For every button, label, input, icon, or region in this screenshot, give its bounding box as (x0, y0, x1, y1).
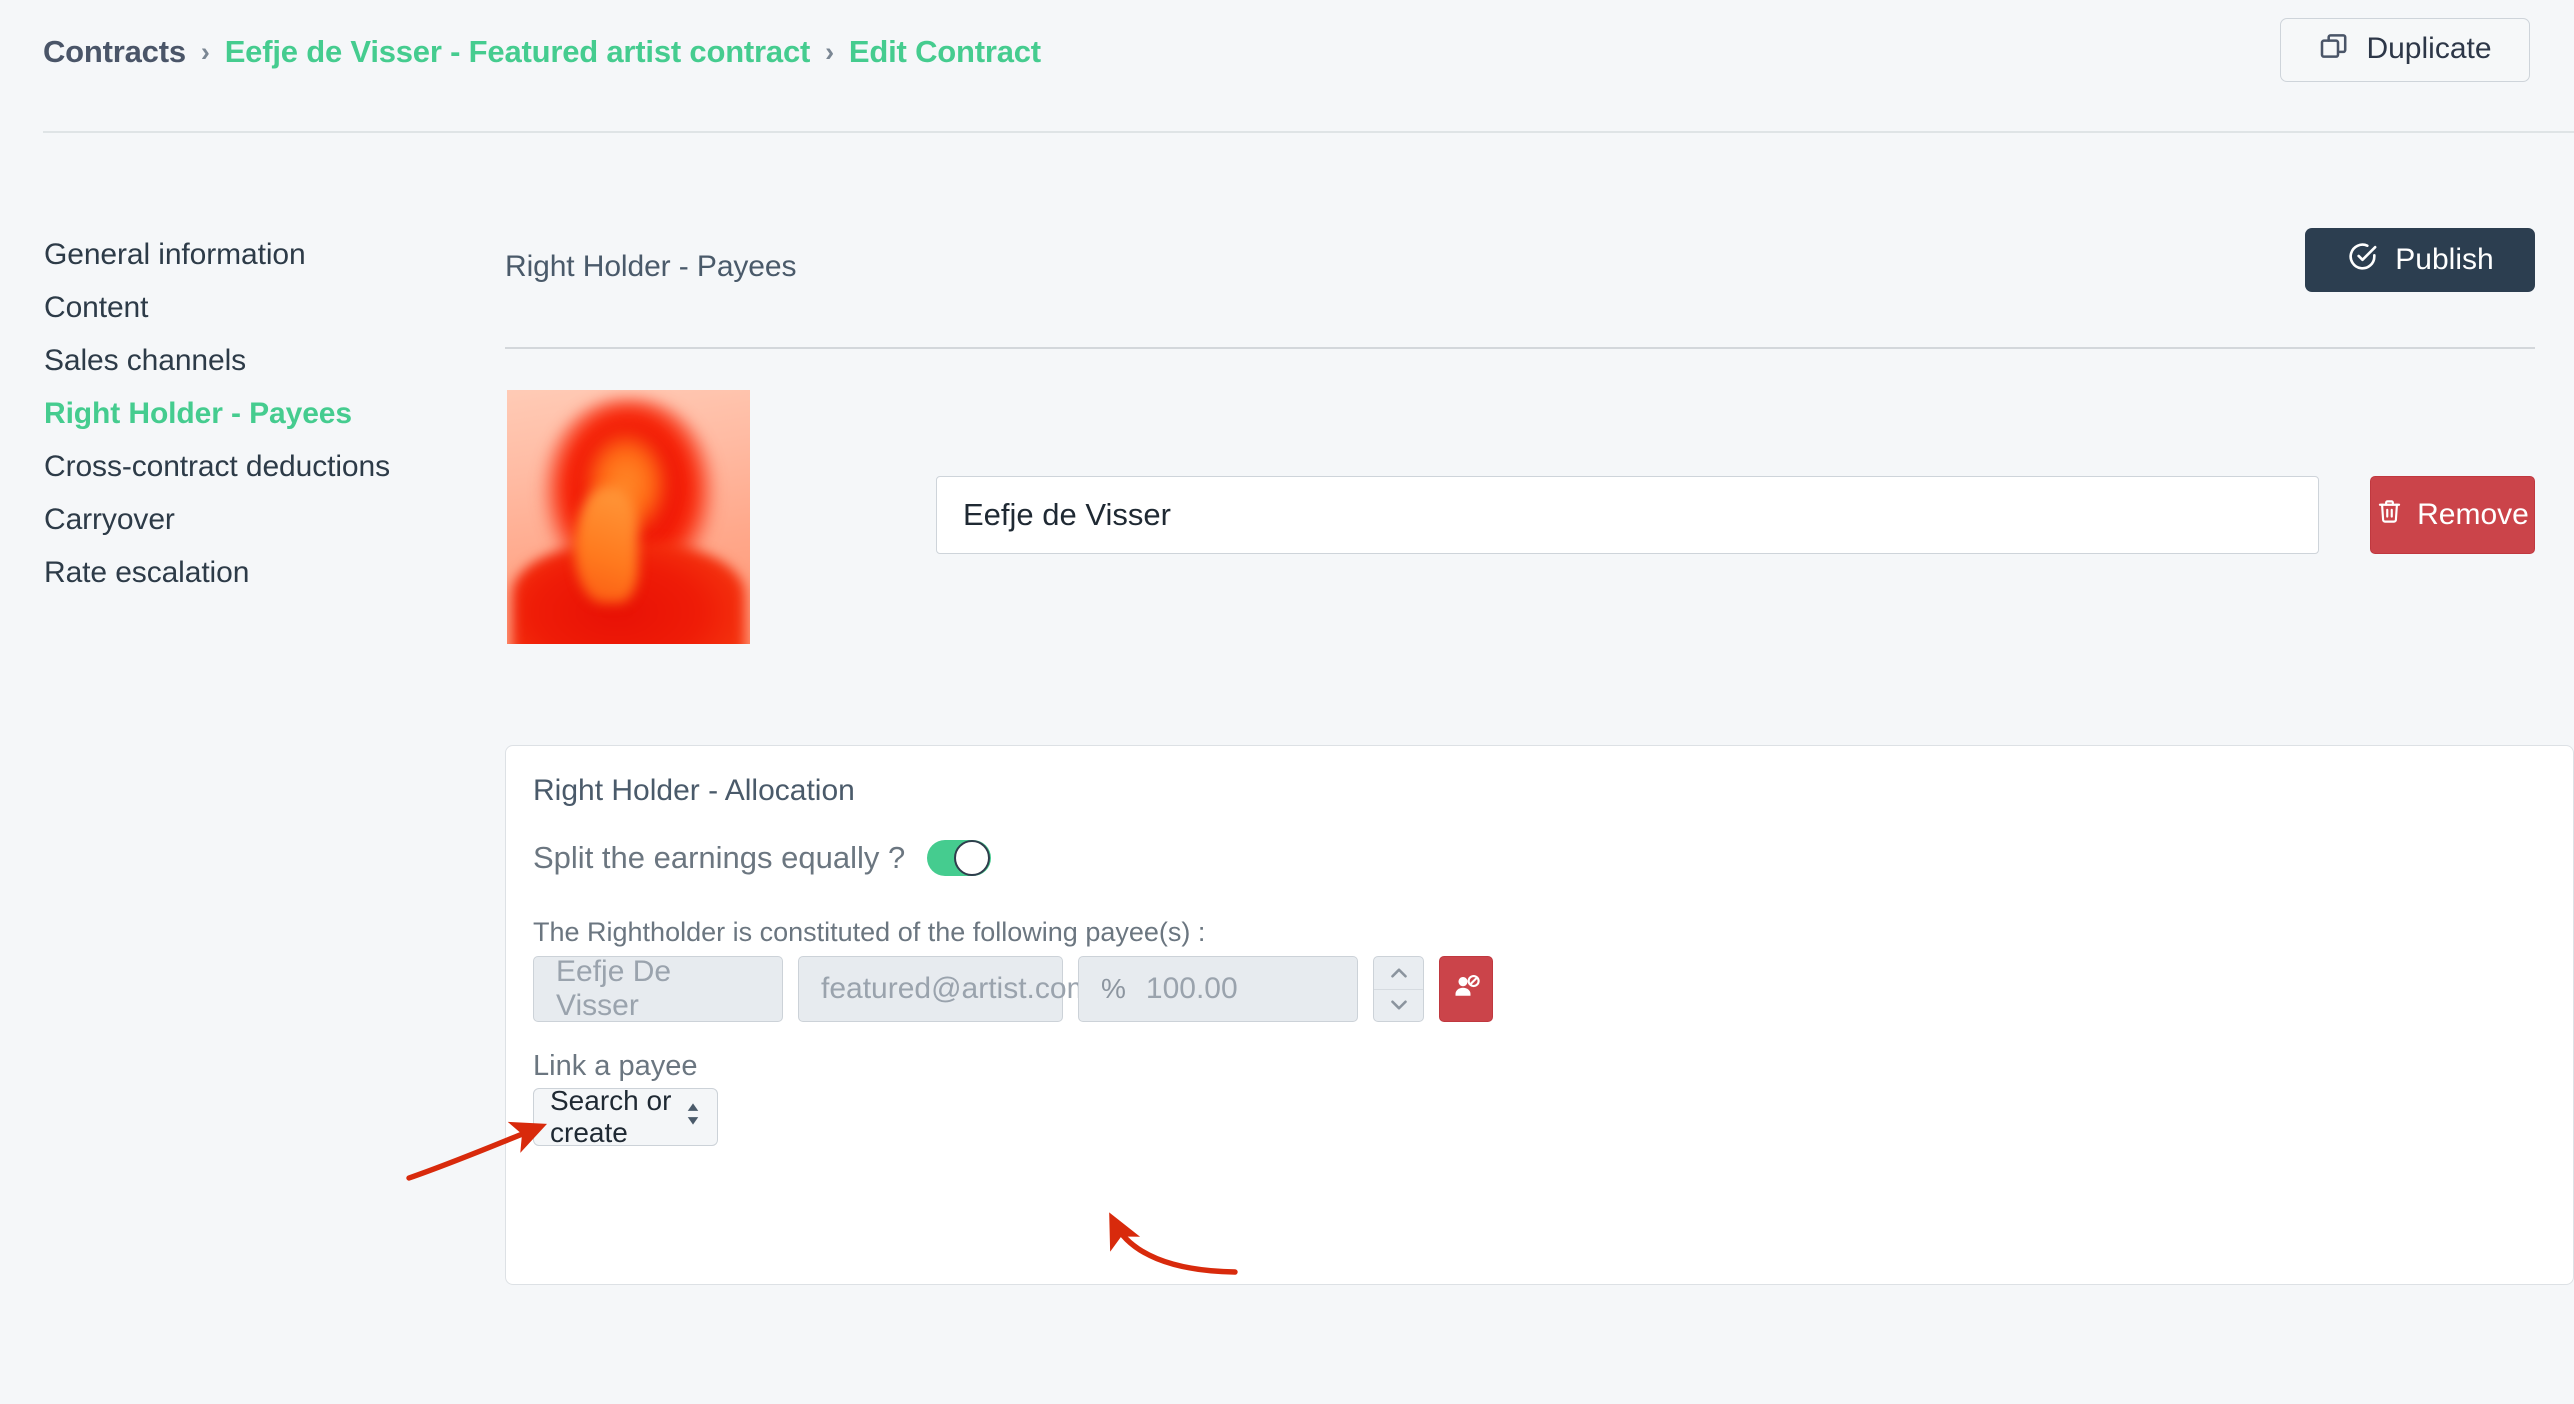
sidebar-item-rate-escalation[interactable]: Rate escalation (0, 546, 500, 599)
publish-button-label: Publish (2395, 243, 2494, 276)
breadcrumb-item-current: Edit Contract (848, 34, 1041, 69)
contract-editor-page: Contracts › Eefje de Visser - Featured a… (0, 0, 2574, 1404)
sidebar-item-sales-channels[interactable]: Sales channels (0, 334, 500, 387)
payee-email-placeholder: featured@artist.com (821, 972, 1092, 1005)
split-earnings-toggle[interactable] (927, 840, 992, 876)
breadcrumb: Contracts › Eefje de Visser - Featured a… (43, 34, 1041, 70)
payee-percent-placeholder: 100.00 (1145, 972, 1238, 1005)
link-payee-select[interactable]: Search or create (533, 1085, 718, 1148)
sidebar-item-carryover[interactable]: Carryover (0, 493, 500, 546)
payee-percent-stepper[interactable] (1373, 956, 1424, 1022)
header-divider (43, 131, 2574, 133)
remove-button-label: Remove (2417, 498, 2529, 531)
duplicate-button[interactable]: Duplicate (2280, 18, 2530, 82)
rightholder-name-value: Eefje de Visser (963, 497, 1171, 532)
artist-row: Eefje de Visser Remove (505, 390, 2535, 680)
payee-name-input[interactable]: Eefje De Visser (533, 955, 783, 1022)
payees-hint-label: The Rightholder is constituted of the fo… (533, 917, 1206, 947)
split-earnings-label: Split the earnings equally ? (533, 840, 906, 875)
toggle-knob (954, 840, 991, 876)
breadcrumb-item-contract[interactable]: Eefje de Visser - Featured artist contra… (225, 34, 811, 70)
allocation-title: Right Holder - Allocation (533, 774, 855, 807)
chevron-down-icon[interactable] (1374, 988, 1423, 1022)
check-circle-icon (2346, 240, 2379, 281)
chevron-right-icon: › (200, 36, 210, 67)
payee-percent-input[interactable]: % 100.00 (1078, 956, 1358, 1022)
rightholder-name-input[interactable]: Eefje de Visser (936, 476, 2319, 554)
unlink-payee-button[interactable] (1439, 956, 1493, 1022)
chevron-up-icon[interactable] (1374, 957, 1423, 989)
sidebar-item-right-holder-payees[interactable]: Right Holder - Payees (0, 387, 500, 440)
allocation-card: Right Holder - Allocation Split the earn… (505, 745, 2574, 1285)
sort-updown-icon (682, 1099, 704, 1136)
percent-symbol-icon: % (1101, 973, 1126, 1004)
sidebar-item-general-information[interactable]: General information (0, 228, 500, 281)
payee-name-placeholder: Eefje De Visser (556, 955, 672, 1022)
chevron-right-icon: › (825, 36, 834, 67)
link-payee-selected-value: Search or create (550, 1085, 672, 1148)
page-title: Right Holder - Payees (505, 250, 797, 283)
remove-button[interactable]: Remove (2370, 476, 2535, 554)
sidebar-nav: General information Content Sales channe… (0, 228, 500, 599)
user-slash-icon (1451, 972, 1481, 1007)
trash-icon (2376, 498, 2403, 533)
publish-button[interactable]: Publish (2305, 228, 2535, 292)
payee-email-input[interactable]: featured@artist.com (798, 956, 1092, 1022)
duplicate-button-label: Duplicate (2366, 32, 2492, 65)
link-payee-label: Link a payee (533, 1050, 698, 1082)
section-divider (505, 347, 2535, 349)
artist-photo (507, 390, 750, 644)
copy-icon (2318, 30, 2350, 70)
payee-row: Eefje De Visser featured@artist.com % 10… (533, 955, 1493, 1022)
split-earnings-row: Split the earnings equally ? (533, 840, 992, 876)
breadcrumb-item-contracts[interactable]: Contracts (43, 34, 186, 70)
sidebar-item-content[interactable]: Content (0, 281, 500, 334)
page-header: Contracts › Eefje de Visser - Featured a… (0, 0, 2574, 133)
sidebar-item-cross-contract-deductions[interactable]: Cross-contract deductions (0, 440, 500, 493)
